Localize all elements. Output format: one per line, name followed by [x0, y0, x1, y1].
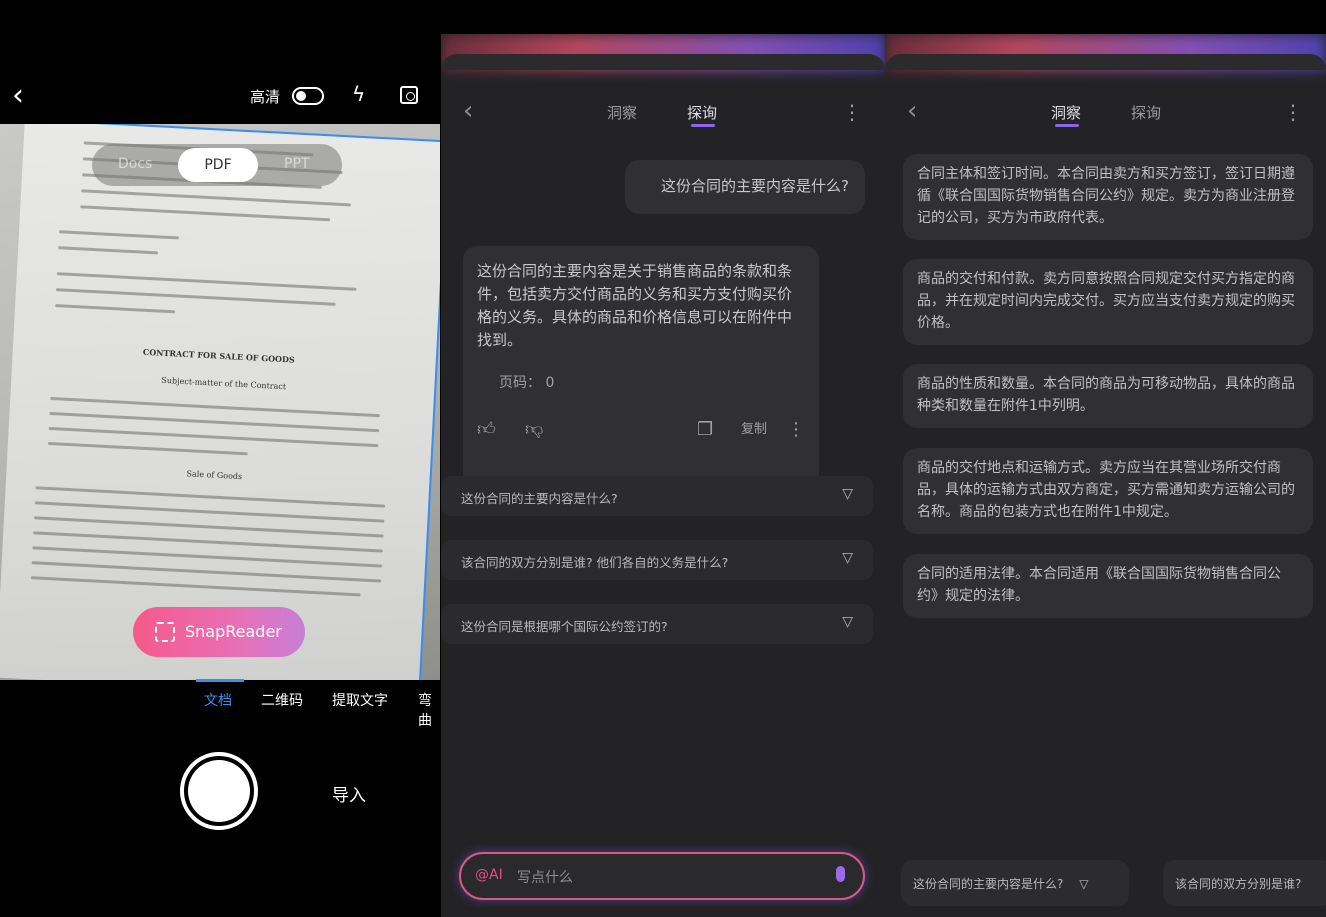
tab-indicator [196, 679, 244, 682]
chip-text: 该合同的双方分别是谁? [1175, 877, 1302, 891]
scan-icon [155, 622, 175, 642]
chip-text: 这份合同的主要内容是什么? [913, 877, 1064, 891]
mode-ppt[interactable]: PPT [284, 156, 309, 172]
camera-viewfinder: CONTRACT FOR SALE OF GOODS Subject-matte… [0, 124, 440, 680]
insight-card: 合同的适用法律。本合同适用《联合国国际货物销售合同公约》规定的法律。 [903, 554, 1313, 618]
flash-icon[interactable]: ϟ [352, 82, 365, 106]
gallery-icon[interactable] [400, 86, 418, 104]
page-indicator: 页码： 0 [499, 372, 554, 395]
suggestion-text: 这份合同的主要内容是什么? [461, 491, 618, 506]
suggestion-item[interactable]: 这份合同的主要内容是什么? ▽ [441, 476, 873, 516]
chat-panel: ‹ 洞察 探询 ⋮ 这份合同的主要内容是什么? 这份合同的主要内容是关于销售商品… [441, 34, 885, 917]
answer-actions: 👍︎ 👎︎ ❐ 复制 ⋮ [477, 418, 805, 444]
doc-title: CONTRACT FOR SALE OF GOODS [142, 346, 296, 365]
insight-card: 合同主体和签订时间。本合同由卖方和买方签订，签订日期遵循《联合国国际货物销售合同… [903, 154, 1313, 240]
tab-insight[interactable]: 洞察 [1051, 102, 1081, 123]
insight-card: 商品的性质和数量。本合同的商品为可移动物品，具体的商品种类和数量在附件1中列明。 [903, 364, 1313, 428]
back-icon[interactable]: ‹ [12, 81, 24, 111]
tab-curve[interactable]: 弯曲 [418, 690, 441, 730]
ai-answer-bubble: 这份合同的主要内容是关于销售商品的条款和条件，包括卖方交付商品的义务和买方支付购… [463, 246, 819, 508]
back-icon[interactable]: ‹ [907, 96, 917, 126]
user-question-bubble: 这份合同的主要内容是什么? [625, 160, 865, 214]
more-icon[interactable]: ⋮ [842, 100, 862, 124]
insight-header: ‹ 洞察 探询 ⋮ [885, 96, 1326, 128]
scan-mode-switcher: Docs PDF PPT [92, 144, 342, 186]
page-label: 页码： [499, 375, 541, 391]
more-icon[interactable]: ⋮ [1283, 100, 1303, 124]
chat-input[interactable]: @AI 写点什么 [459, 852, 865, 900]
hd-toggle[interactable] [292, 87, 324, 105]
thumbs-up-icon[interactable]: 👍︎ [477, 418, 496, 441]
copy-button[interactable]: 复制 [741, 418, 767, 441]
suggestion-text: 这份合同是根据哪个国际公约签订的? [461, 619, 668, 634]
shutter-button[interactable] [180, 752, 258, 830]
snapreader-button[interactable]: SnapReader [133, 607, 305, 657]
insight-card: 商品的交付地点和运输方式。卖方应当在其营业场所交付商品，具体的运输方式由双方商定… [903, 448, 1313, 534]
scanned-document: CONTRACT FOR SALE OF GOODS Subject-matte… [0, 124, 440, 680]
copy-icon[interactable]: ❐ [697, 418, 713, 441]
microphone-icon[interactable] [836, 866, 845, 882]
tab-insight[interactable]: 洞察 [607, 102, 637, 123]
suggestion-item[interactable]: 这份合同是根据哪个国际公约签订的? ▽ [441, 604, 873, 644]
answer-text: 这份合同的主要内容是关于销售商品的条款和条件，包括卖方交付商品的义务和买方支付购… [477, 262, 793, 349]
page-value: 0 [545, 375, 555, 391]
tab-underline [691, 124, 715, 127]
tab-extract-text[interactable]: 提取文字 [332, 690, 388, 710]
input-placeholder: 写点什么 [517, 870, 573, 886]
mode-pdf[interactable]: PDF [178, 148, 258, 182]
insight-panel: ‹ 洞察 探询 ⋮ 合同主体和签订时间。本合同由卖方和买方签订，签订日期遵循《联… [885, 34, 1326, 917]
import-button[interactable]: 导入 [332, 781, 366, 806]
suggestion-chip[interactable]: 该合同的双方分别是谁? [1163, 860, 1326, 906]
doc-section: Sale of Goods [186, 469, 243, 482]
thumbs-down-icon[interactable]: 👎︎ [525, 418, 543, 441]
send-icon[interactable]: ▽ [842, 614, 853, 630]
suggestion-chip[interactable]: 这份合同的主要内容是什么? ▽ [901, 860, 1129, 906]
send-icon[interactable]: ▽ [842, 550, 853, 566]
camera-mode-tabs: 文档 二维码 提取文字 弯曲 [0, 679, 441, 729]
tab-document[interactable]: 文档 [204, 690, 232, 710]
doc-subtitle: Subject-matter of the Contract [161, 375, 287, 392]
tab-underline [1055, 124, 1079, 127]
tab-explore[interactable]: 探询 [687, 102, 717, 123]
send-icon[interactable]: ▽ [842, 486, 853, 502]
insight-card: 商品的交付和付款。卖方同意按照合同规定交付买方指定的商品，并在规定时间内完成交付… [903, 259, 1313, 345]
camera-toolbar: ‹ 高清 ϟ [0, 78, 441, 114]
chat-header: ‹ 洞察 探询 ⋮ [441, 96, 885, 128]
ai-mention: @AI [475, 867, 503, 883]
back-icon[interactable]: ‹ [463, 96, 473, 126]
suggestion-item[interactable]: 该合同的双方分别是谁? 他们各自的义务是什么? ▽ [441, 540, 873, 580]
hd-label: 高清 [250, 88, 281, 106]
tab-qrcode[interactable]: 二维码 [261, 690, 303, 710]
snapreader-label: SnapReader [185, 622, 282, 641]
tab-explore[interactable]: 探询 [1131, 102, 1161, 123]
camera-panel: ‹ 高清 ϟ CONTRACT FOR SALE OF GOODS Subjec… [0, 0, 441, 917]
mode-docs[interactable]: Docs [118, 156, 152, 172]
suggestion-text: 该合同的双方分别是谁? 他们各自的义务是什么? [461, 555, 729, 570]
more-icon[interactable]: ⋮ [787, 418, 805, 441]
send-icon: ▽ [1079, 877, 1089, 891]
